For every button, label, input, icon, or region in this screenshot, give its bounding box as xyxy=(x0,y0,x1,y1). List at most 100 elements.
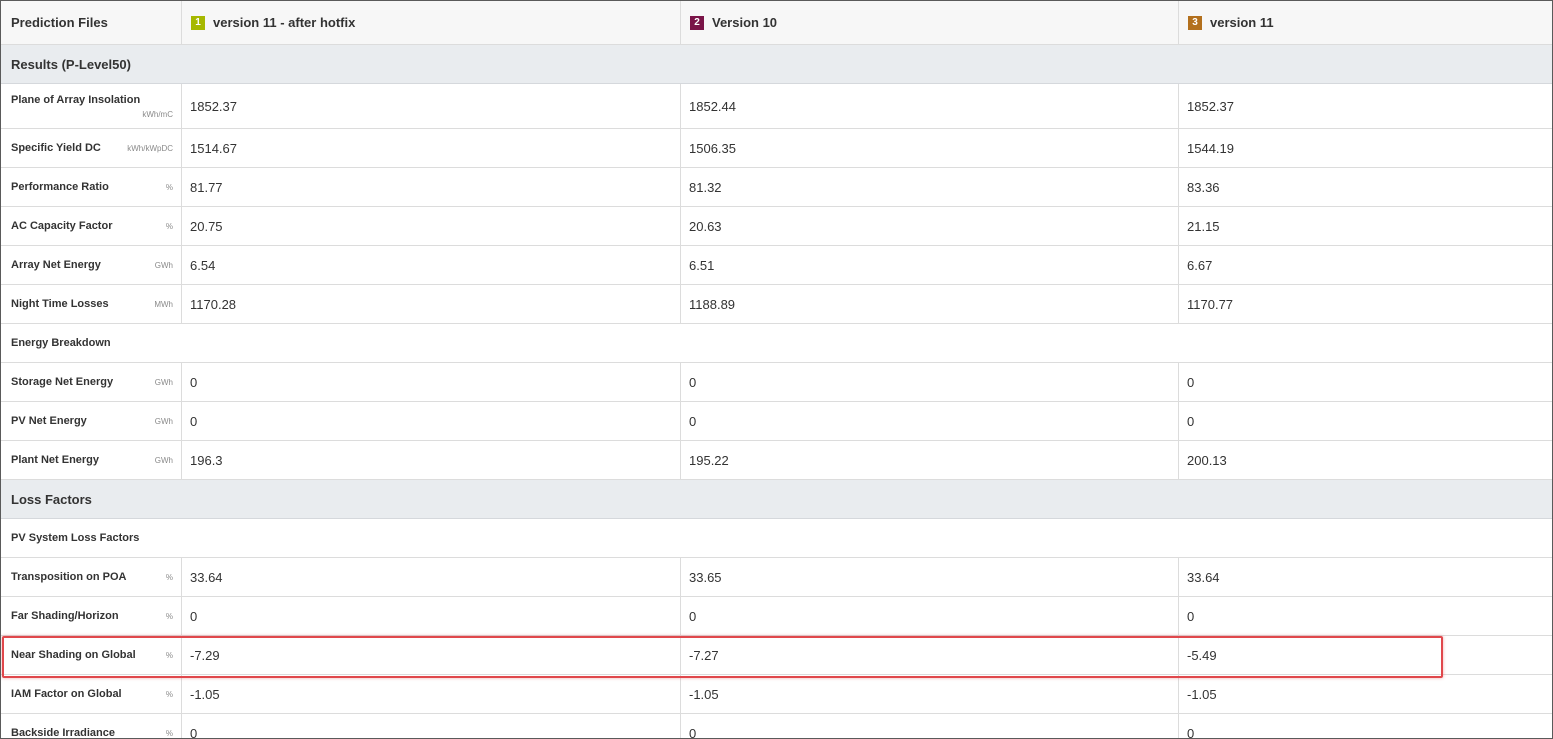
metric-unit: % xyxy=(165,728,173,738)
comparison-table: Prediction Files 1 version 11 - after ho… xyxy=(1,1,1552,738)
comparison-table-frame: Prediction Files 1 version 11 - after ho… xyxy=(0,0,1553,739)
version-2-label: Version 10 xyxy=(712,15,778,30)
value-version-2: 1188.89 xyxy=(680,285,1178,323)
version-1-label: version 11 - after hotfix xyxy=(213,15,356,30)
metric-cell: IAM Factor on Global % xyxy=(1,675,181,713)
version-1-badge: 1 xyxy=(191,15,205,30)
value-version-3: -1.05 xyxy=(1178,675,1552,713)
metric-name: Plant Net Energy xyxy=(11,454,100,466)
table-row: Transposition on POA % 33.64 33.65 33.64 xyxy=(1,558,1552,597)
metric-unit: % xyxy=(165,611,173,621)
value-version-1: 0 xyxy=(181,363,680,401)
value-version-2: 0 xyxy=(680,714,1178,738)
value-version-3: 200.13 xyxy=(1178,441,1552,479)
section-results: Results (P-Level50) xyxy=(1,45,1552,84)
value-version-2: -1.05 xyxy=(680,675,1178,713)
table-row: Far Shading/Horizon % 0 0 0 xyxy=(1,597,1552,636)
metric-unit: kWh/kWpDC xyxy=(127,143,173,153)
value-version-1: 81.77 xyxy=(181,168,680,206)
version-2-badge: 2 xyxy=(690,15,704,30)
value-version-3: 0 xyxy=(1178,363,1552,401)
metric-name: Performance Ratio xyxy=(11,181,109,193)
metric-cell: Transposition on POA % xyxy=(1,558,181,596)
table-header-row: Prediction Files 1 version 11 - after ho… xyxy=(1,1,1552,45)
value-version-1: 20.75 xyxy=(181,207,680,245)
prediction-files-header: Prediction Files xyxy=(11,15,108,30)
value-version-3: 1170.77 xyxy=(1178,285,1552,323)
value-version-3: 1544.19 xyxy=(1178,129,1552,167)
table-row: Performance Ratio % 81.77 81.32 83.36 xyxy=(1,168,1552,207)
metric-unit: % xyxy=(165,572,173,582)
version-3-header[interactable]: 3 version 11 xyxy=(1178,1,1552,44)
metric-cell: AC Capacity Factor % xyxy=(1,207,181,245)
value-version-3: 33.64 xyxy=(1178,558,1552,596)
table-row: Specific Yield DC kWh/kWpDC 1514.67 1506… xyxy=(1,129,1552,168)
table-row: PV Net Energy GWh 0 0 0 xyxy=(1,402,1552,441)
metric-name: Night Time Losses xyxy=(11,298,109,310)
metric-name: Storage Net Energy xyxy=(11,376,114,388)
table-row: Backside Irradiance % 0 0 0 xyxy=(1,714,1552,738)
value-version-2: 20.63 xyxy=(680,207,1178,245)
value-version-1: -1.05 xyxy=(181,675,680,713)
value-version-2: 81.32 xyxy=(680,168,1178,206)
value-version-1: 1852.37 xyxy=(181,84,680,128)
subsection-energy-breakdown: Energy Breakdown xyxy=(1,324,1552,363)
table-row: Plant Net Energy GWh 196.3 195.22 200.13 xyxy=(1,441,1552,480)
metric-name: Specific Yield DC xyxy=(11,142,101,154)
value-version-1: 0 xyxy=(181,714,680,738)
value-version-3: 0 xyxy=(1178,597,1552,635)
version-2-header[interactable]: 2 Version 10 xyxy=(680,1,1178,44)
value-version-2: 1852.44 xyxy=(680,84,1178,128)
value-version-3: 21.15 xyxy=(1178,207,1552,245)
metric-cell: Array Net Energy GWh xyxy=(1,246,181,284)
table-row: Storage Net Energy GWh 0 0 0 xyxy=(1,363,1552,402)
metric-name: PV Net Energy xyxy=(11,415,87,427)
table-row: Night Time Losses MWh 1170.28 1188.89 11… xyxy=(1,285,1552,324)
value-version-2: 0 xyxy=(680,597,1178,635)
metric-cell: Storage Net Energy GWh xyxy=(1,363,181,401)
metric-unit: GWh xyxy=(154,455,173,465)
metric-cell: Far Shading/Horizon % xyxy=(1,597,181,635)
metric-unit: GWh xyxy=(154,260,173,270)
metric-cell: Specific Yield DC kWh/kWpDC xyxy=(1,129,181,167)
metric-cell: Near Shading on Global % xyxy=(1,636,181,674)
metric-name: Plane of Array Insolation xyxy=(11,94,141,106)
table-row: Plane of Array Insolation kWh/mC 1852.37… xyxy=(1,84,1552,129)
metric-name: Near Shading on Global xyxy=(11,649,136,661)
metric-name: Transposition on POA xyxy=(11,571,127,583)
metric-cell: Performance Ratio % xyxy=(1,168,181,206)
table-row: AC Capacity Factor % 20.75 20.63 21.15 xyxy=(1,207,1552,246)
metric-unit: % xyxy=(165,689,173,699)
metric-cell: Plane of Array Insolation kWh/mC xyxy=(1,84,181,128)
metric-unit: GWh xyxy=(154,416,173,426)
value-version-1: 0 xyxy=(181,402,680,440)
section-loss-factors: Loss Factors xyxy=(1,480,1552,519)
value-version-3: 0 xyxy=(1178,714,1552,738)
metric-unit: % xyxy=(165,221,173,231)
version-3-badge: 3 xyxy=(1188,15,1202,30)
metric-unit: kWh/mC xyxy=(142,110,173,119)
metric-cell: Night Time Losses MWh xyxy=(1,285,181,323)
metric-unit: MWh xyxy=(154,299,173,309)
metric-cell: Backside Irradiance % xyxy=(1,714,181,738)
value-version-2: 0 xyxy=(680,402,1178,440)
value-version-2: 6.51 xyxy=(680,246,1178,284)
value-version-3: 0 xyxy=(1178,402,1552,440)
metric-name: AC Capacity Factor xyxy=(11,220,113,232)
metric-unit: GWh xyxy=(154,377,173,387)
metric-unit: % xyxy=(165,182,173,192)
metric-unit: % xyxy=(165,650,173,660)
value-version-2: 33.65 xyxy=(680,558,1178,596)
value-version-3: -5.49 xyxy=(1178,636,1552,674)
version-3-label: version 11 xyxy=(1210,15,1274,30)
value-version-1: 1514.67 xyxy=(181,129,680,167)
version-1-header[interactable]: 1 version 11 - after hotfix xyxy=(181,1,680,44)
metric-name: IAM Factor on Global xyxy=(11,688,122,700)
table-row: IAM Factor on Global % -1.05 -1.05 -1.05 xyxy=(1,675,1552,714)
value-version-1: 196.3 xyxy=(181,441,680,479)
metric-cell: PV Net Energy GWh xyxy=(1,402,181,440)
value-version-2: 0 xyxy=(680,363,1178,401)
metric-name: Far Shading/Horizon xyxy=(11,610,119,622)
value-version-2: 1506.35 xyxy=(680,129,1178,167)
value-version-3: 83.36 xyxy=(1178,168,1552,206)
